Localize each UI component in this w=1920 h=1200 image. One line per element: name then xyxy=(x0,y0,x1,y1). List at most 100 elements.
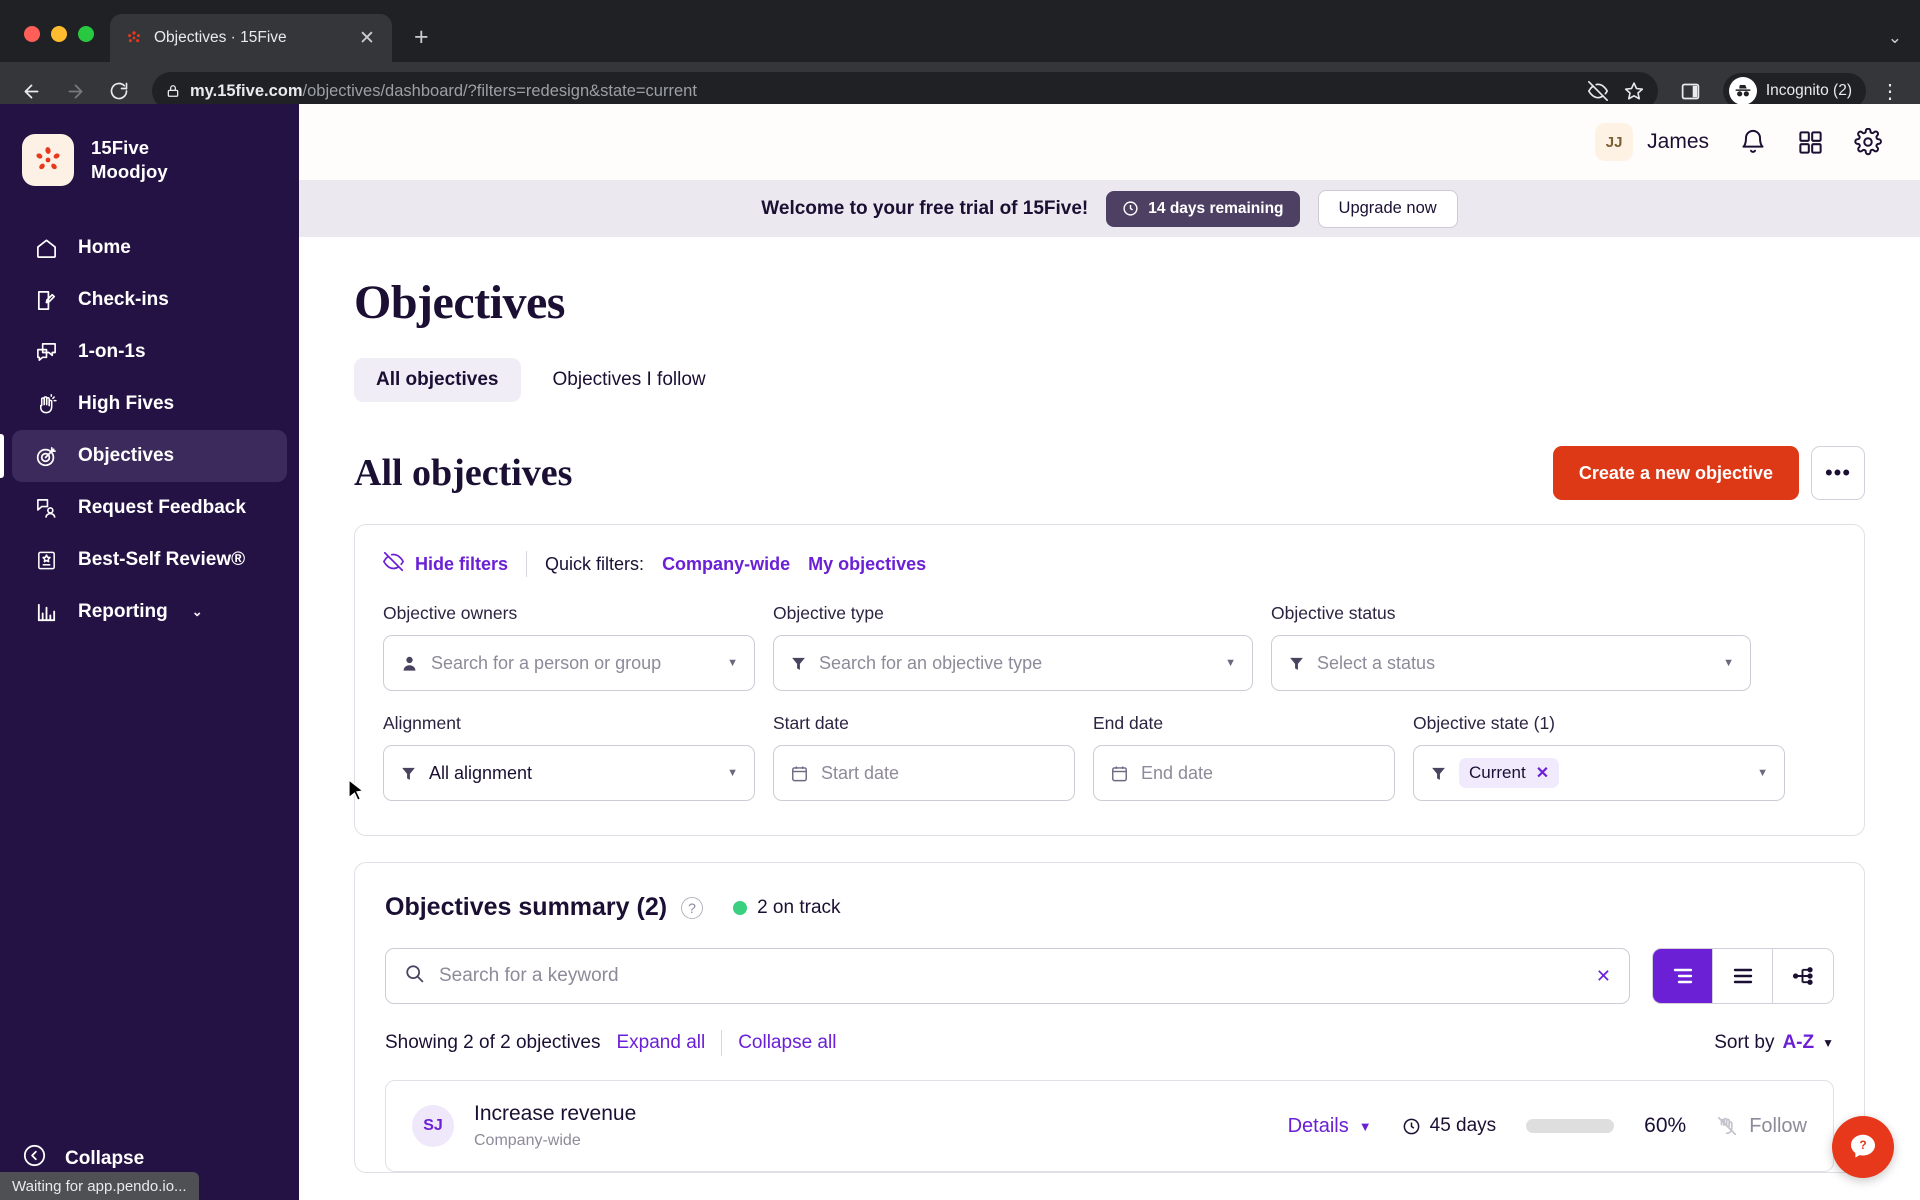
sort-control[interactable]: Sort by A-Z ▼ xyxy=(1714,1032,1834,1054)
filter-objective-type-field[interactable]: Search for an objective type ▼ xyxy=(773,635,1253,691)
tab-all-objectives[interactable]: All objectives xyxy=(354,358,521,402)
create-new-objective-button[interactable]: Create a new objective xyxy=(1552,446,1799,500)
collapse-all-button[interactable]: Collapse all xyxy=(738,1032,836,1054)
expand-all-button[interactable]: Expand all xyxy=(616,1032,705,1054)
divider xyxy=(721,1030,723,1056)
clear-x-icon[interactable]: ✕ xyxy=(1536,763,1549,783)
sidebar-collapse-button[interactable]: Collapse xyxy=(0,1143,299,1174)
sort-value[interactable]: A-Z xyxy=(1782,1032,1814,1054)
sort-label: Sort by xyxy=(1714,1032,1775,1053)
sidebar-item-check-ins[interactable]: Check-ins xyxy=(12,274,287,326)
filter-objective-owners-field[interactable]: Search for a person or group ▼ xyxy=(383,635,755,691)
progress-bar xyxy=(1526,1119,1615,1133)
summary-header: Objectives summary (2) ? 2 on track xyxy=(385,893,1834,922)
eye-off-icon[interactable] xyxy=(1587,81,1608,101)
collapse-left-icon xyxy=(22,1143,47,1174)
reporting-icon xyxy=(34,600,58,624)
search-field-wrapper[interactable]: ✕ xyxy=(385,948,1630,1004)
maximize-window-button[interactable] xyxy=(78,26,94,42)
address-bar-url: my.15five.com/objectives/dashboard/?filt… xyxy=(190,82,697,101)
showing-count-label: Showing 2 of 2 objectives xyxy=(385,1032,601,1053)
sidebar-item-best-self-review[interactable]: Best-Self Review® xyxy=(12,534,287,586)
quick-filter-my-objectives[interactable]: My objectives xyxy=(808,554,926,575)
trial-banner: Welcome to your free trial of 15Five! 14… xyxy=(299,180,1920,237)
clear-x-icon[interactable]: ✕ xyxy=(1596,966,1611,987)
chevron-down-icon: ▼ xyxy=(1757,767,1768,779)
sidebar-item-label: Home xyxy=(78,237,131,258)
app-sidebar: 15Five Moodjoy Home Check-ins 1-on-1s Hi… xyxy=(0,104,299,1200)
filter-objective-state-field[interactable]: Current ✕ ▼ xyxy=(1413,745,1785,801)
user-menu[interactable]: JJ James xyxy=(1595,123,1709,161)
profile-label: Incognito (2) xyxy=(1765,82,1852,99)
quick-filter-company-wide[interactable]: Company-wide xyxy=(662,554,790,575)
page-tabs: All objectives Objectives I follow xyxy=(354,358,1865,402)
filter-placeholder: Select a status xyxy=(1317,652,1436,673)
search-input[interactable] xyxy=(439,965,1582,987)
app-header: JJ James xyxy=(299,104,1920,180)
follow-button[interactable]: Follow xyxy=(1716,1115,1807,1138)
sidebar-item-request-feedback[interactable]: Request Feedback xyxy=(12,482,287,534)
best-self-review-icon xyxy=(34,548,58,572)
close-window-button[interactable] xyxy=(24,26,40,42)
filter-objective-status-field[interactable]: Select a status ▼ xyxy=(1271,635,1751,691)
upgrade-now-button[interactable]: Upgrade now xyxy=(1317,189,1458,228)
filter-label: Start date xyxy=(773,713,849,733)
sidebar-item-1-on-1s[interactable]: 1-on-1s xyxy=(12,326,287,378)
minimize-window-button[interactable] xyxy=(51,26,67,42)
section-header: All objectives Create a new objective ••… xyxy=(354,446,1865,500)
avatar: SJ xyxy=(412,1105,454,1147)
objective-info: Increase revenue Company-wide xyxy=(474,1102,636,1150)
sidebar-item-label: Reporting xyxy=(78,601,168,622)
details-button[interactable]: Details ▼ xyxy=(1288,1115,1372,1138)
home-icon xyxy=(34,236,58,260)
objective-scope: Company-wide xyxy=(474,1132,581,1149)
close-icon[interactable]: ✕ xyxy=(356,29,378,48)
sidebar-item-high-fives[interactable]: High Fives xyxy=(12,378,287,430)
hide-filters-button[interactable]: Hide filters xyxy=(382,551,508,577)
sidebar-item-reporting[interactable]: Reporting ⌄ xyxy=(12,586,287,638)
view-tree-button[interactable] xyxy=(1653,949,1713,1003)
ellipsis-icon[interactable]: ••• xyxy=(1811,446,1865,500)
brand-name: 15Five Moodjoy xyxy=(91,136,168,183)
eye-off-icon xyxy=(382,551,405,577)
filter-label: Objective owners xyxy=(383,603,518,623)
view-list-button[interactable] xyxy=(1713,949,1773,1003)
filters-row-2: Alignment All alignment ▼ Start date Sta… xyxy=(383,713,1836,801)
filter-chip-current[interactable]: Current ✕ xyxy=(1459,758,1560,788)
star-icon[interactable] xyxy=(1624,81,1644,101)
filters-panel: Hide filters Quick filters: Company-wide… xyxy=(354,524,1865,836)
new-tab-button[interactable]: + xyxy=(414,25,429,50)
bell-icon[interactable] xyxy=(1739,128,1767,156)
mouse-cursor xyxy=(348,779,365,802)
filter-end-date-field[interactable]: End date xyxy=(1093,745,1395,801)
side-panel-icon[interactable] xyxy=(1672,81,1709,102)
filter-icon xyxy=(1430,765,1447,782)
sidebar-item-label: Objectives xyxy=(78,445,175,466)
browser-tab-strip: Objectives · 15Five ✕ + ⌄ xyxy=(0,0,1920,62)
sidebar-item-objectives[interactable]: Objectives xyxy=(0,430,287,482)
filter-label: Alignment xyxy=(383,713,461,733)
objective-row[interactable]: SJ Increase revenue Company-wide Details… xyxy=(385,1080,1834,1172)
view-hierarchy-button[interactable] xyxy=(1773,949,1833,1003)
filter-label: Objective state (1) xyxy=(1413,713,1555,733)
divider xyxy=(526,551,528,577)
search-row: ✕ xyxy=(385,948,1834,1004)
sidebar-item-home[interactable]: Home xyxy=(12,222,287,274)
help-chat-button[interactable]: ? xyxy=(1832,1116,1894,1178)
chevron-down-icon[interactable]: ⌄ xyxy=(1888,28,1920,62)
chevron-down-icon: ▼ xyxy=(1225,657,1236,669)
filter-placeholder: End date xyxy=(1141,762,1214,783)
question-mark-icon[interactable]: ? xyxy=(681,896,704,919)
brand-block[interactable]: 15Five Moodjoy xyxy=(0,104,299,186)
sidebar-item-label: High Fives xyxy=(78,393,175,414)
filter-alignment-field[interactable]: All alignment ▼ xyxy=(383,745,755,801)
browser-tab[interactable]: Objectives · 15Five ✕ xyxy=(110,14,392,62)
grid-apps-icon[interactable] xyxy=(1797,129,1824,156)
sidebar-item-label: Best-Self Review® xyxy=(78,549,246,570)
filter-icon xyxy=(1288,655,1305,672)
gear-icon[interactable] xyxy=(1854,128,1882,156)
tab-objectives-i-follow[interactable]: Objectives I follow xyxy=(531,358,728,402)
target-icon xyxy=(34,444,58,468)
three-dots-vertical-icon[interactable]: ⋮ xyxy=(1872,79,1908,104)
filter-start-date-field[interactable]: Start date xyxy=(773,745,1075,801)
